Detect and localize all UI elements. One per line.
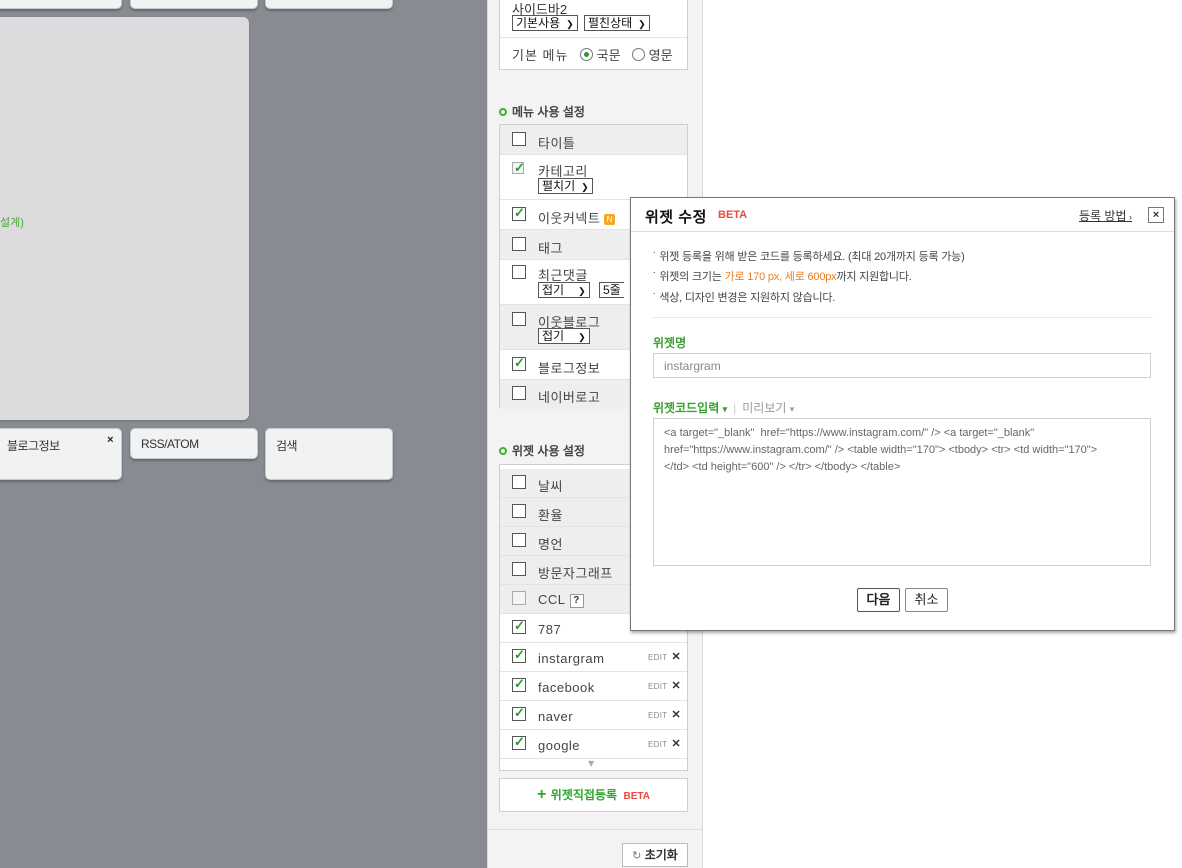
note-size: ˙ 위젯의 크기는 가로 170 px, 세로 600px까지 지원합니다. xyxy=(653,271,912,283)
chevron-down-icon: ▾ xyxy=(789,404,795,414)
layout-tile-top-1[interactable] xyxy=(0,0,122,9)
widget-item-facebook[interactable]: facebook EDIT✕ xyxy=(500,672,687,701)
checkbox[interactable] xyxy=(512,618,526,634)
content-fragment-text: 설계) xyxy=(0,217,24,229)
layout-tile-blog-info[interactable]: 블로그정보 × xyxy=(0,428,122,480)
checkbox[interactable] xyxy=(512,562,526,576)
menu-section-title: 메뉴 사용 설정 xyxy=(499,103,585,120)
neighbor-blog-fold-select[interactable]: 접기 ❯ xyxy=(538,328,590,344)
checkbox[interactable] xyxy=(512,705,526,721)
code-tabs: 위젯코드입력 ▾ | 미리보기 ▾ xyxy=(653,399,794,416)
checkbox[interactable] xyxy=(512,647,526,663)
menu-item-title[interactable]: 타이틀 xyxy=(500,125,687,155)
register-widget-button[interactable]: + 위젯직접등록 BETA xyxy=(499,778,688,812)
chevron-down-icon: ❯ xyxy=(638,19,646,29)
checkbox[interactable] xyxy=(512,734,526,750)
radio-selected-icon xyxy=(580,48,593,61)
widget-section-title: 위젯 사용 설정 xyxy=(499,442,585,459)
note-design: ˙ 색상, 디자인 변경은 지원하지 않습니다. xyxy=(653,292,836,304)
category-fold-select[interactable]: 펼치기 ❯ xyxy=(538,178,593,194)
checkbox[interactable] xyxy=(512,312,526,326)
checkbox[interactable] xyxy=(512,386,526,400)
dialog-header: 위젯 수정 BETA 등록 방법 › × xyxy=(631,198,1174,232)
checkbox[interactable] xyxy=(512,504,526,518)
chevron-down-icon: ❯ xyxy=(581,182,589,192)
tab-separator: | xyxy=(733,401,737,415)
next-button[interactable]: 다음 xyxy=(857,588,900,612)
sidebar2-usage-select[interactable]: 기본사용 ❯ xyxy=(512,15,578,31)
delete-icon[interactable]: ✕ xyxy=(671,738,681,750)
layout-tile-rss[interactable]: RSS/ATOM xyxy=(130,428,258,459)
note-register: ˙ 위젯 등록을 위해 받은 코드를 등록하세요. (최대 20개까지 등록 가… xyxy=(653,251,965,263)
plus-icon: + xyxy=(537,786,547,803)
bullet-icon xyxy=(499,447,507,455)
sidebar-options-box: 사이드바2 기본사용 ❯ 펼친상태 ❯ 기본 메뉴 국문 영문 xyxy=(499,0,688,70)
checkbox[interactable] xyxy=(512,237,526,251)
divider xyxy=(500,37,687,38)
recent-comments-lines-select[interactable]: 5줄 xyxy=(599,282,624,298)
help-link[interactable]: 등록 방법 › xyxy=(1079,207,1132,224)
edit-link[interactable]: EDIT ✕ xyxy=(648,679,681,692)
checkbox[interactable] xyxy=(512,533,526,547)
external-arrow-icon: › xyxy=(1126,212,1132,222)
checkbox[interactable] xyxy=(512,355,526,371)
tile-label: 검색 xyxy=(276,439,298,453)
chevron-down-icon: ❯ xyxy=(566,19,574,29)
recent-comments-fold-select[interactable]: 접기 ❯ xyxy=(538,282,590,298)
tab-widget-code[interactable]: 위젯코드입력 ▾ xyxy=(653,401,727,415)
bullet-icon xyxy=(499,108,507,116)
tile-label: RSS/ATOM xyxy=(141,437,199,451)
divider xyxy=(653,317,1153,318)
edit-link[interactable]: EDIT ✕ xyxy=(648,650,681,663)
edit-link[interactable]: EDIT ✕ xyxy=(648,708,681,721)
layout-tile-top-3[interactable] xyxy=(265,0,393,9)
lang-ko-radio[interactable]: 국문 xyxy=(580,45,621,64)
main-content-block[interactable] xyxy=(0,17,249,420)
lang-en-radio[interactable]: 영문 xyxy=(632,45,673,64)
layout-canvas: 설계) 블로그정보 × RSS/ATOM 검색 xyxy=(0,0,487,868)
close-icon[interactable]: × xyxy=(107,434,113,446)
widget-code-textarea[interactable]: <a target="_blank" href="https://www.ins… xyxy=(653,418,1151,566)
menu-item-category[interactable]: 카테고리 펼치기❯ xyxy=(500,155,687,200)
checkbox[interactable] xyxy=(512,475,526,489)
layout-tile-search[interactable]: 검색 xyxy=(265,428,393,480)
widget-name-input[interactable] xyxy=(653,353,1151,378)
widget-item-instargram[interactable]: instargram EDIT✕ xyxy=(500,643,687,672)
divider xyxy=(488,829,702,830)
checkbox[interactable] xyxy=(512,205,526,221)
chevron-down-icon: ❯ xyxy=(578,332,586,342)
checkbox xyxy=(512,160,525,176)
sidebar2-state-select[interactable]: 펼친상태 ❯ xyxy=(584,15,650,31)
delete-icon[interactable]: ✕ xyxy=(671,651,681,663)
basic-menu-label: 기본 메뉴 xyxy=(512,48,569,63)
widget-item-google[interactable]: google EDIT✕ xyxy=(500,730,687,759)
tab-preview[interactable]: 미리보기 ▾ xyxy=(742,401,794,415)
widget-name-label: 위젯명 xyxy=(653,336,687,350)
cancel-button[interactable]: 취소 xyxy=(905,588,948,612)
checkbox[interactable] xyxy=(512,591,526,605)
layout-tile-top-2[interactable] xyxy=(130,0,258,9)
delete-icon[interactable]: ✕ xyxy=(671,709,681,721)
widget-edit-dialog: 위젯 수정 BETA 등록 방법 › × ˙ 위젯 등록을 위해 받은 코드를 … xyxy=(630,197,1175,631)
edit-link[interactable]: EDIT ✕ xyxy=(648,737,681,750)
radio-icon xyxy=(632,48,645,61)
beta-badge: BETA xyxy=(718,209,748,221)
dialog-title: 위젯 수정 xyxy=(645,209,707,226)
reset-button[interactable]: ↻ 초기화 xyxy=(622,843,688,867)
chevron-down-icon: ▾ xyxy=(722,404,728,414)
checkbox[interactable] xyxy=(512,265,526,279)
chevron-down-icon: ❯ xyxy=(578,286,586,296)
delete-icon[interactable]: ✕ xyxy=(671,680,681,692)
widget-item-naver[interactable]: naver EDIT✕ xyxy=(500,701,687,730)
tile-label: 블로그정보 xyxy=(7,439,60,453)
help-icon[interactable]: ? xyxy=(569,594,584,608)
new-badge-icon: N xyxy=(604,214,616,225)
checkbox[interactable] xyxy=(512,132,526,146)
refresh-icon: ↻ xyxy=(632,850,642,862)
close-icon[interactable]: × xyxy=(1148,207,1164,223)
checkbox[interactable] xyxy=(512,676,526,692)
scroll-down-icon[interactable]: ▼ xyxy=(588,759,594,768)
